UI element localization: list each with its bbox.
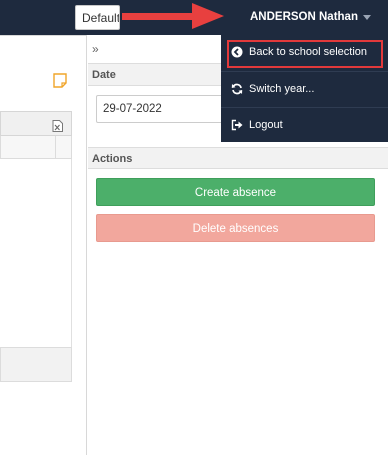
annotation-arrow-icon	[122, 3, 224, 29]
table-footer	[0, 347, 72, 382]
highlight-box	[227, 40, 383, 68]
user-menu-toggle[interactable]: ANDERSON Nathan	[222, 0, 388, 35]
caret-down-icon	[363, 15, 371, 20]
main-panel	[0, 35, 87, 455]
table-header	[0, 136, 72, 159]
refresh-icon	[231, 83, 243, 95]
note-icon[interactable]	[53, 73, 67, 88]
user-dropdown-menu: Back to school selection Switch year... …	[221, 35, 388, 142]
divider	[0, 35, 87, 36]
menu-item-label: Switch year...	[249, 83, 315, 95]
table-body	[0, 159, 72, 347]
delete-absences-button[interactable]: Delete absences	[96, 214, 375, 242]
date-input[interactable]: 29-07-2022	[96, 95, 236, 123]
user-name: ANDERSON Nathan	[250, 11, 358, 23]
column-divider	[55, 136, 56, 159]
create-absence-button[interactable]: Create absence	[96, 178, 375, 206]
excel-export-icon[interactable]	[52, 120, 63, 132]
actions-section-header: Actions	[88, 147, 388, 169]
collapse-panel-icon[interactable]: »	[92, 42, 99, 56]
menu-item-switch-year[interactable]: Switch year...	[221, 71, 388, 106]
view-select[interactable]: Default	[75, 5, 120, 30]
menu-item-logout[interactable]: Logout	[221, 107, 388, 142]
sign-out-icon	[231, 119, 243, 131]
menu-item-label: Logout	[249, 119, 283, 131]
